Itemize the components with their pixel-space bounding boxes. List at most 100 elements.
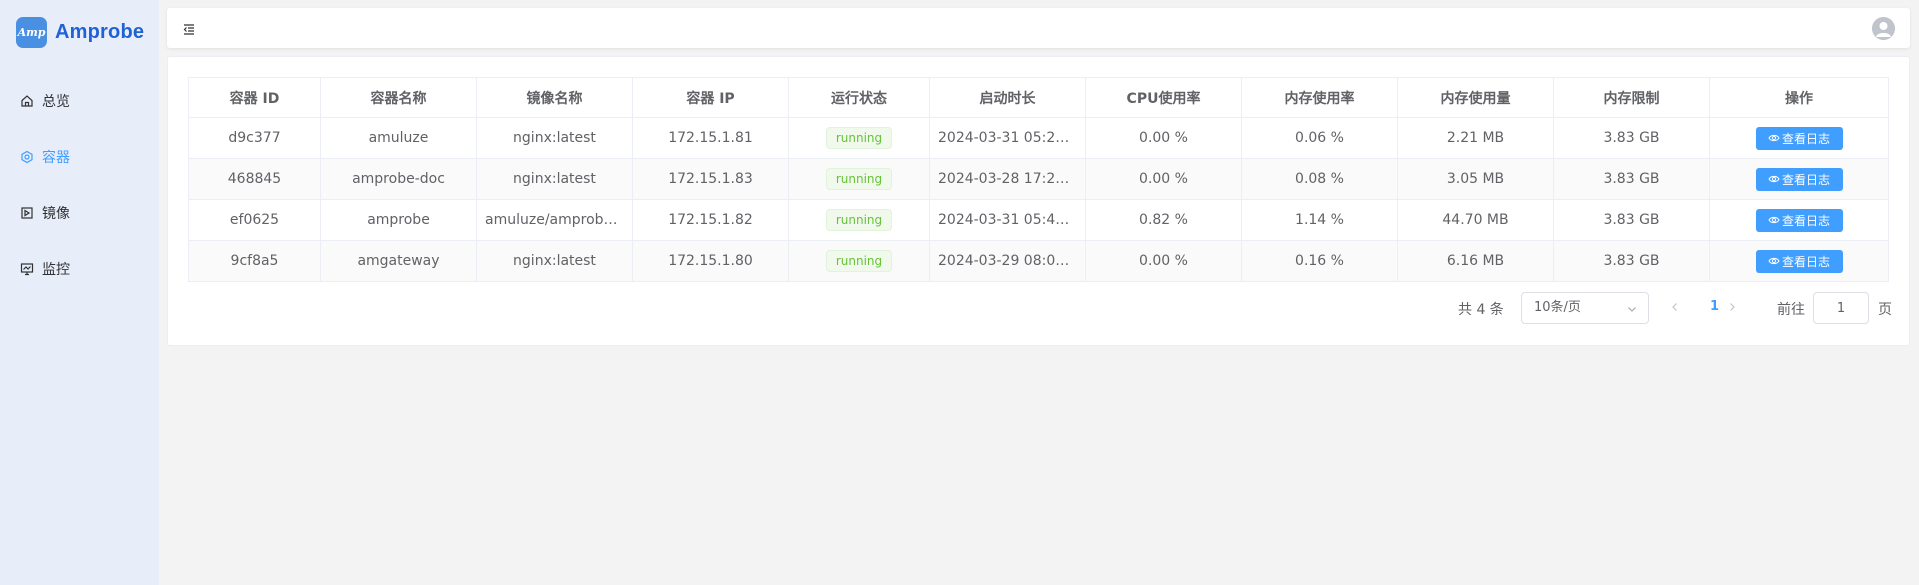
next-page-icon[interactable] <box>1725 300 1739 314</box>
cell-ip: 172.15.1.83 <box>632 158 789 200</box>
page-unit-label: 页 <box>1878 302 1892 318</box>
column-header-id[interactable]: 容器 ID <box>188 77 321 118</box>
cell-mem-used: 6.16 MB <box>1397 240 1554 282</box>
cell-name: amgateway <box>320 240 477 282</box>
cell-uptime: 2024-03-28 17:28:… <box>929 158 1086 200</box>
cell-cpu: 0.00 % <box>1085 158 1242 200</box>
column-header-mem-limit[interactable]: 内存限制 <box>1553 77 1710 118</box>
column-header-uptime[interactable]: 启动时长 <box>929 77 1086 118</box>
view-logs-label: 查看日志 <box>1781 254 1830 269</box>
status-badge: running <box>825 209 893 231</box>
eye-icon <box>1768 216 1780 224</box>
cell-mem-used: 3.05 MB <box>1397 158 1554 200</box>
eye-icon <box>1768 257 1780 265</box>
sidebar-item-label: 总览 <box>42 94 70 110</box>
home-icon <box>20 94 34 108</box>
user-avatar-icon[interactable] <box>1872 17 1895 40</box>
cell-id: 9cf8a5 <box>188 240 321 282</box>
cell-status: running <box>788 158 930 200</box>
cell-ip: 172.15.1.80 <box>632 240 789 282</box>
cell-uptime: 2024-03-29 08:02:… <box>929 240 1086 282</box>
view-logs-button[interactable]: 查看日志 <box>1755 126 1843 150</box>
cell-uptime: 2024-03-31 05:26:… <box>929 117 1086 159</box>
cell-cpu: 0.00 % <box>1085 240 1242 282</box>
monitor-icon <box>20 262 34 276</box>
cell-mem-limit: 3.83 GB <box>1553 117 1710 159</box>
cell-image: nginx:latest <box>476 158 633 200</box>
table-row: 468845 amprobe-doc nginx:latest 172.15.1… <box>188 158 1889 200</box>
container-icon <box>20 150 34 164</box>
sidebar-item-monitoring[interactable]: 监控 <box>0 241 159 297</box>
sidebar-item-label: 容器 <box>42 150 70 166</box>
container-table: 容器 ID 容器名称 镜像名称 容器 IP 运行状态 启动时长 CPU使用率 内… <box>188 77 1889 282</box>
cell-mem-pct: 0.08 % <box>1241 158 1398 200</box>
cell-mem-limit: 3.83 GB <box>1553 240 1710 282</box>
sidebar-item-images[interactable]: 镜像 <box>0 185 159 241</box>
cell-id: d9c377 <box>188 117 321 159</box>
table-header-row: 容器 ID 容器名称 镜像名称 容器 IP 运行状态 启动时长 CPU使用率 内… <box>188 77 1889 118</box>
eye-icon <box>1768 175 1780 183</box>
cell-image: nginx:latest <box>476 117 633 159</box>
column-header-ip[interactable]: 容器 IP <box>632 77 789 118</box>
top-header <box>167 8 1910 48</box>
cell-name: amprobe <box>320 199 477 241</box>
cell-mem-limit: 3.83 GB <box>1553 158 1710 200</box>
app-logo-icon: Amp <box>16 17 47 48</box>
goto-page-input[interactable] <box>1813 292 1869 324</box>
cell-image: nginx:latest <box>476 240 633 282</box>
column-header-actions: 操作 <box>1709 77 1889 118</box>
sidebar-item-label: 镜像 <box>42 206 70 222</box>
cell-id: 468845 <box>188 158 321 200</box>
sidebar: Amp Amprobe 总览 容器 镜像 监控 <box>0 0 159 585</box>
pagination-total: 共 4 条 <box>1458 302 1504 318</box>
cell-mem-used: 44.70 MB <box>1397 199 1554 241</box>
table-row: 9cf8a5 amgateway nginx:latest 172.15.1.8… <box>188 240 1889 282</box>
view-logs-button[interactable]: 查看日志 <box>1755 208 1843 232</box>
cell-mem-pct: 0.16 % <box>1241 240 1398 282</box>
goto-label: 前往 <box>1777 302 1805 318</box>
column-header-mem-used[interactable]: 内存使用量 <box>1397 77 1554 118</box>
cell-uptime: 2024-03-31 05:45:… <box>929 199 1086 241</box>
cell-image: amuluze/amprobe… <box>476 199 633 241</box>
cell-mem-pct: 1.14 % <box>1241 199 1398 241</box>
cell-actions: 查看日志 <box>1709 158 1889 200</box>
cell-cpu: 0.00 % <box>1085 117 1242 159</box>
status-badge: running <box>825 250 893 272</box>
view-logs-label: 查看日志 <box>1781 172 1830 187</box>
column-header-name[interactable]: 容器名称 <box>320 77 477 118</box>
cell-id: ef0625 <box>188 199 321 241</box>
cell-actions: 查看日志 <box>1709 117 1889 159</box>
cell-ip: 172.15.1.82 <box>632 199 789 241</box>
sidebar-item-overview[interactable]: 总览 <box>0 73 159 129</box>
cell-cpu: 0.82 % <box>1085 199 1242 241</box>
sidebar-item-label: 监控 <box>42 262 70 278</box>
prev-page-icon[interactable] <box>1668 300 1682 314</box>
cell-ip: 172.15.1.81 <box>632 117 789 159</box>
page-number-current[interactable]: 1 <box>1710 299 1719 314</box>
table-row: ef0625 amprobe amuluze/amprobe… 172.15.1… <box>188 199 1889 241</box>
menu-fold-icon[interactable] <box>182 21 196 35</box>
view-logs-button[interactable]: 查看日志 <box>1755 249 1843 273</box>
pagination: 共 4 条 10条/页 1 前往 页 <box>168 292 1894 324</box>
sidebar-nav: 总览 容器 镜像 监控 <box>0 73 159 297</box>
column-header-cpu[interactable]: CPU使用率 <box>1085 77 1242 118</box>
status-badge: running <box>825 168 893 190</box>
cell-mem-used: 2.21 MB <box>1397 117 1554 159</box>
brand[interactable]: Amp Amprobe <box>16 17 144 48</box>
view-logs-label: 查看日志 <box>1781 213 1830 228</box>
cell-status: running <box>788 240 930 282</box>
cell-actions: 查看日志 <box>1709 199 1889 241</box>
column-header-image[interactable]: 镜像名称 <box>476 77 633 118</box>
cell-name: amuluze <box>320 117 477 159</box>
column-header-status[interactable]: 运行状态 <box>788 77 930 118</box>
cell-mem-pct: 0.06 % <box>1241 117 1398 159</box>
page-size-select[interactable]: 10条/页 <box>1521 292 1649 324</box>
cell-name: amprobe-doc <box>320 158 477 200</box>
cell-mem-limit: 3.83 GB <box>1553 199 1710 241</box>
chevron-down-icon <box>1628 307 1636 312</box>
image-icon <box>20 206 34 220</box>
sidebar-item-containers[interactable]: 容器 <box>0 129 159 185</box>
column-header-mem-pct[interactable]: 内存使用率 <box>1241 77 1398 118</box>
view-logs-label: 查看日志 <box>1781 131 1830 146</box>
view-logs-button[interactable]: 查看日志 <box>1755 167 1843 191</box>
